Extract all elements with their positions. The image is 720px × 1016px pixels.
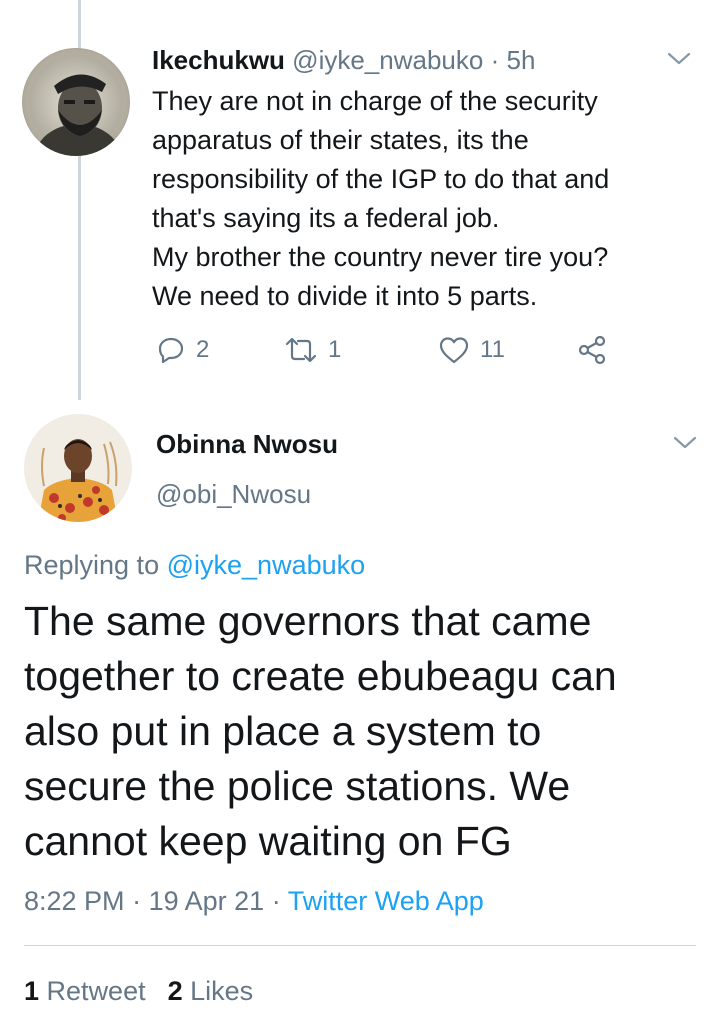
like-button[interactable]: 11 (438, 330, 505, 370)
tweet-text-line: that's saying its a federal job. (152, 203, 500, 233)
avatar[interactable] (24, 414, 132, 522)
like-count: 11 (480, 336, 505, 363)
retweet-button[interactable]: 1 (284, 330, 341, 370)
tweet-text-line: responsibility of the IGP to do that and (152, 164, 610, 194)
tweet-text-line: also put in place a system to (24, 708, 542, 754)
parent-tweet-header: Ikechukwu @iyke_nwabuko · 5h (152, 42, 535, 78)
tweet-text-line: We need to divide it into 5 parts. (152, 281, 538, 311)
replying-to-label: Replying to (24, 550, 160, 580)
mention-link[interactable]: @iyke_nwabuko (167, 550, 366, 580)
like-count: 2 (167, 976, 183, 1006)
replying-to: Replying to @iyke_nwabuko (24, 546, 365, 584)
separator: · (490, 45, 500, 75)
tweet-text-line: My brother the country never tire you? (152, 242, 609, 272)
chevron-down-icon[interactable] (670, 428, 700, 458)
tweet-time[interactable]: 8:22 PM (24, 886, 125, 916)
divider (24, 945, 696, 946)
display-name[interactable]: Obinna Nwosu (156, 426, 338, 462)
reply-button[interactable]: 2 (156, 330, 209, 370)
tweet-text-line: secure the police stations. We (24, 763, 571, 809)
user-avatar-icon (24, 414, 132, 522)
user-handle[interactable]: @iyke_nwabuko (292, 45, 483, 75)
parent-tweet[interactable]: Ikechukwu @iyke_nwabuko · 5h They are no… (0, 0, 720, 400)
separator: · (271, 886, 281, 916)
source-link[interactable]: Twitter Web App (288, 886, 484, 916)
avatar[interactable] (22, 48, 130, 156)
likes-stat[interactable]: 2 Likes (168, 976, 254, 1006)
user-handle[interactable]: @obi_Nwosu (156, 476, 311, 512)
retweet-icon (285, 337, 317, 363)
like-label: Likes (190, 976, 254, 1006)
retweet-count: 1 (328, 336, 342, 363)
tweet-text-line: together to create ebubeagu can (24, 653, 617, 699)
tweet-text-line: They are not in charge of the security (152, 86, 598, 116)
tweet-text: They are not in charge of the security a… (152, 82, 692, 316)
user-avatar-icon (22, 48, 130, 156)
share-icon (578, 335, 606, 365)
tweet-stats: 1 Retweet 2 Likes (24, 972, 253, 1010)
tweet-metadata: 8:22 PM · 19 Apr 21 · Twitter Web App (24, 882, 484, 920)
tweet-date[interactable]: 19 Apr 21 (149, 886, 265, 916)
tweet-text-line: apparatus of their states, its the (152, 125, 529, 155)
tweet-text-line: cannot keep waiting on FG (24, 818, 512, 864)
tweet-text: The same governors that came together to… (24, 594, 704, 869)
chevron-down-icon[interactable] (664, 44, 694, 74)
retweet-count: 1 (24, 976, 40, 1006)
separator: · (132, 886, 142, 916)
display-name[interactable]: Ikechukwu (152, 45, 285, 75)
reply-count: 2 (196, 336, 210, 363)
share-button[interactable] (576, 330, 608, 370)
tweet-text-line: The same governors that came (24, 598, 592, 644)
timestamp[interactable]: 5h (506, 45, 535, 75)
tweet-actions: 2 1 11 (156, 330, 656, 370)
heart-icon (439, 337, 469, 364)
reply-icon (158, 337, 184, 364)
retweets-stat[interactable]: 1 Retweet (24, 976, 146, 1006)
retweet-label: Retweet (46, 976, 146, 1006)
